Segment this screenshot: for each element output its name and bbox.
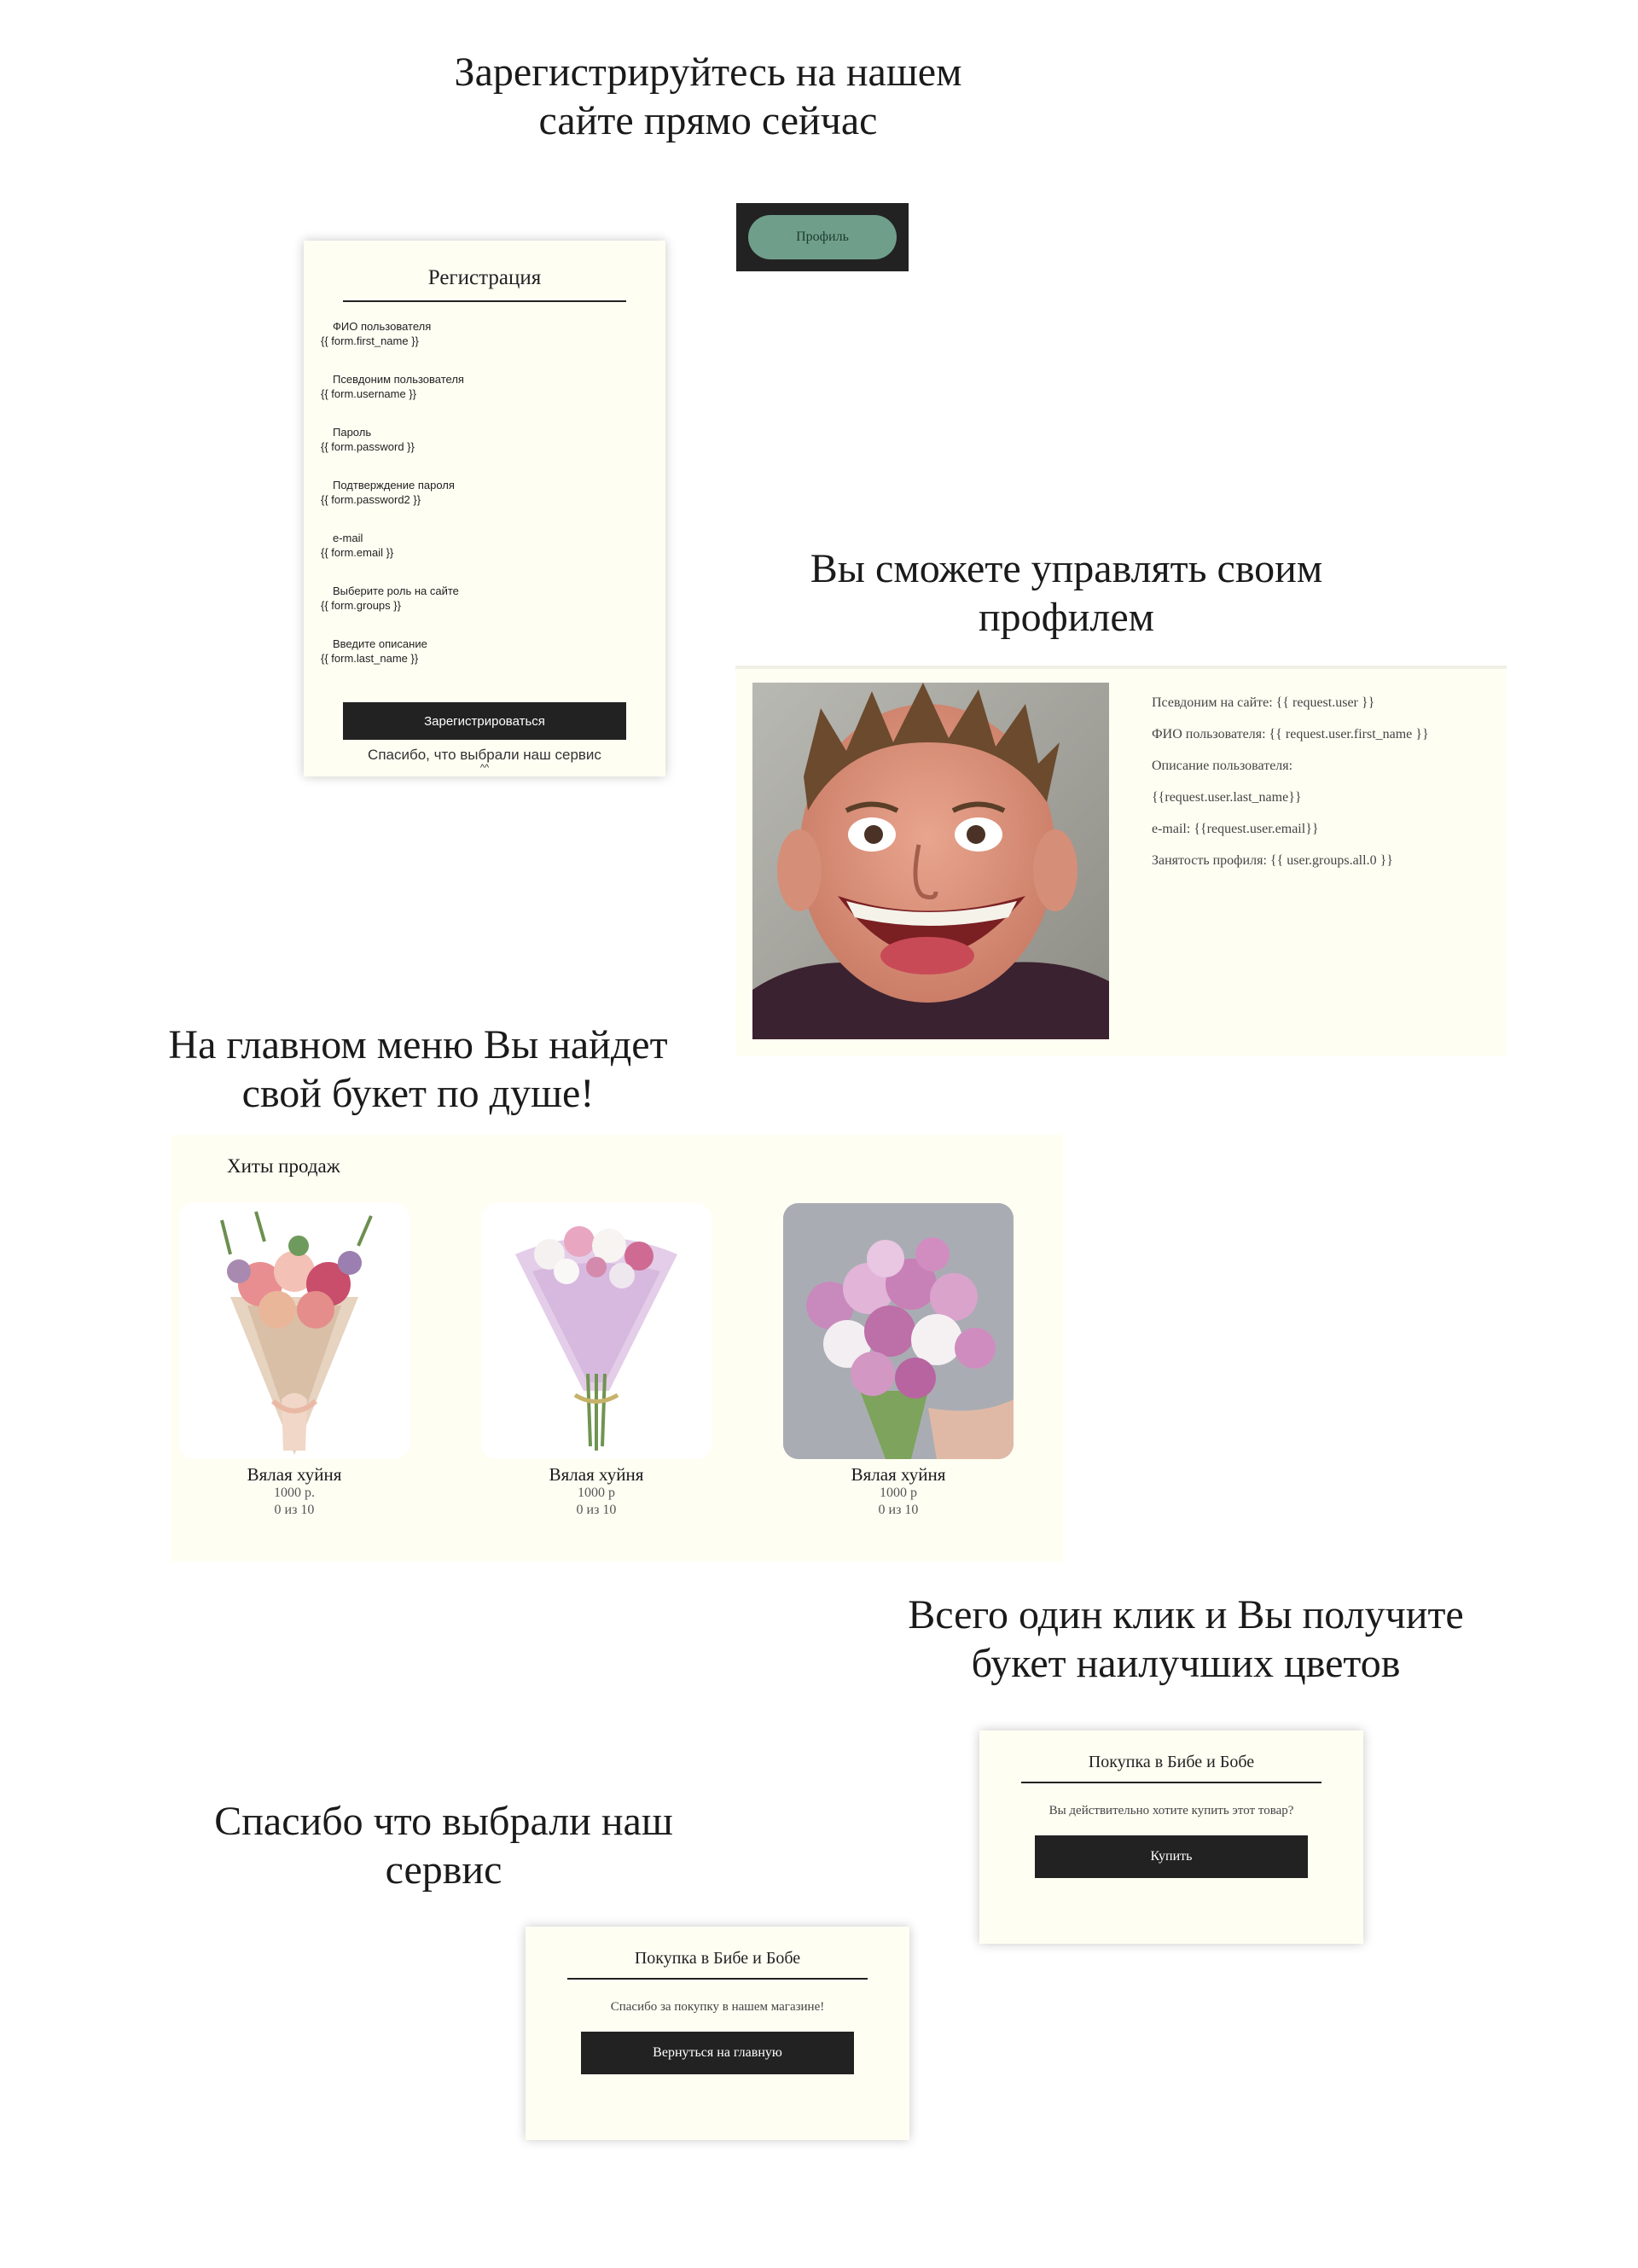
profile-description-label: Описание пользователя: xyxy=(1152,759,1293,773)
profile-card: Псевдоним на сайте: {{ request.user }} Ф… xyxy=(735,666,1507,1056)
field-value[interactable]: {{ form.email }} xyxy=(321,545,665,560)
product-stock: 0 из 10 xyxy=(576,1503,617,1517)
catalog-section: Хиты продаж Вялая хуйня 1000 р. 0 из 10 … xyxy=(171,1135,1063,1561)
field-label: Пароль xyxy=(333,426,372,439)
field-groups[interactable]: Выберите роль на сайте {{ form.groups }} xyxy=(321,584,665,637)
field-label: Подтверждение пароля xyxy=(333,479,455,491)
product-name: Вялая хуйня xyxy=(247,1464,342,1485)
field-first-name[interactable]: ФИО пользователя {{ form.first_name }} xyxy=(321,319,665,372)
field-value[interactable]: {{ form.last_name }} xyxy=(321,651,665,666)
profile-description: {{request.user.last_name}} xyxy=(1152,790,1302,805)
heading-line: профилем xyxy=(978,595,1155,640)
product-image[interactable] xyxy=(481,1203,712,1459)
purchase-title: Покупка в Бибе и Бобе xyxy=(1088,1753,1255,1771)
heading-line: На главном меню Вы найдет xyxy=(168,1022,668,1067)
heading-profile: Вы сможете управлять своим профилем xyxy=(751,544,1382,642)
heading-line: букет наилучших цветов xyxy=(971,1641,1401,1686)
profile-full-name: ФИО пользователя: {{ request.user.first_… xyxy=(1152,727,1429,741)
heading-line: сервис xyxy=(385,1847,502,1893)
registration-title: Регистрация xyxy=(427,266,542,289)
heading-register: Зарегистрируйтесь на нашем сайте прямо с… xyxy=(392,48,1024,145)
registration-fields: ФИО пользователя {{ form.first_name }} П… xyxy=(304,319,665,689)
profile-button[interactable]: Профиль xyxy=(748,215,897,259)
purchase-thanks-message: Спасибо за покупку в нашем магазине! xyxy=(610,2000,825,2014)
product-name: Вялая хуйня xyxy=(549,1464,644,1485)
profile-group: Занятость профиля: {{ user.groups.all.0 … xyxy=(1152,853,1393,868)
field-label: Псевдоним пользователя xyxy=(333,373,464,386)
field-value[interactable]: {{ form.groups }} xyxy=(321,598,665,613)
product-stock: 0 из 10 xyxy=(878,1503,919,1517)
field-description[interactable]: Введите описание {{ form.last_name }} xyxy=(321,637,665,689)
profile-info: Псевдоним на сайте: {{ request.user }} Ф… xyxy=(1152,695,1429,884)
product-name: Вялая хуйня xyxy=(851,1464,946,1485)
field-value[interactable]: {{ form.first_name }} xyxy=(321,334,665,348)
profile-button-bar: Профиль xyxy=(736,203,909,271)
user-avatar-photo xyxy=(752,683,1109,1039)
profile-email: e-mail: {{request.user.email}} xyxy=(1152,822,1319,836)
product-price: 1000 р. xyxy=(274,1486,315,1500)
purchase-message: Вы действительно хотите купить этот това… xyxy=(1048,1804,1294,1817)
registration-caret: ^^ xyxy=(479,763,490,773)
product-stock: 0 из 10 xyxy=(274,1503,315,1517)
field-password[interactable]: Пароль {{ form.password }} xyxy=(321,425,665,478)
heading-line: Зарегистрируйтесь на нашем xyxy=(454,49,962,95)
profile-username: Псевдоним на сайте: {{ request.user }} xyxy=(1152,695,1375,710)
heading-menu: На главном меню Вы найдет свой букет по … xyxy=(102,1021,734,1118)
buy-button[interactable]: Купить xyxy=(1035,1835,1308,1878)
field-email[interactable]: e-mail {{ form.email }} xyxy=(321,531,665,584)
product-card[interactable]: Вялая хуйня 1000 р 0 из 10 xyxy=(783,1203,1014,1519)
product-price: 1000 р xyxy=(880,1486,917,1500)
registration-card: Регистрация ФИО пользователя {{ form.fir… xyxy=(304,241,665,776)
registration-thanks: Спасибо, что выбрали наш сервис xyxy=(368,747,601,763)
title-divider xyxy=(567,1978,868,1980)
purchase-title: Покупка в Бибе и Бобе xyxy=(634,1949,801,1968)
heading-line: Вы сможете управлять своим xyxy=(810,546,1323,591)
product-image[interactable] xyxy=(783,1203,1014,1459)
field-label: Введите описание xyxy=(333,637,427,650)
register-button[interactable]: Зарегистрироваться xyxy=(343,702,626,740)
product-card[interactable]: Вялая хуйня 1000 р. 0 из 10 xyxy=(179,1203,410,1519)
product-price: 1000 р xyxy=(578,1486,615,1500)
field-label: e-mail xyxy=(333,532,363,544)
purchase-complete-card: Покупка в Бибе и Бобе Спасибо за покупку… xyxy=(526,1927,909,2140)
title-divider xyxy=(343,300,626,302)
heading-line: свой букет по душе! xyxy=(241,1071,595,1116)
field-label: Выберите роль на сайте xyxy=(333,584,459,597)
heading-one-click: Всего один клик и Вы получите букет наил… xyxy=(870,1591,1502,1688)
heading-thanks: Спасибо что выбрали наш сервис xyxy=(128,1797,759,1894)
back-home-button[interactable]: Вернуться на главную xyxy=(581,2032,854,2074)
title-divider xyxy=(1021,1782,1321,1783)
heading-line: сайте прямо сейчас xyxy=(538,98,878,143)
heading-line: Спасибо что выбрали наш xyxy=(214,1799,673,1844)
product-card[interactable]: Вялая хуйня 1000 р 0 из 10 xyxy=(481,1203,712,1519)
field-value[interactable]: {{ form.password }} xyxy=(321,439,665,454)
product-image[interactable] xyxy=(179,1203,410,1459)
field-username[interactable]: Псевдоним пользователя {{ form.username … xyxy=(321,372,665,425)
field-value[interactable]: {{ form.password2 }} xyxy=(321,492,665,507)
heading-line: Всего один клик и Вы получите xyxy=(908,1592,1464,1637)
section-title: Хиты продаж xyxy=(227,1155,340,1177)
field-password-confirm[interactable]: Подтверждение пароля {{ form.password2 }… xyxy=(321,478,665,531)
purchase-confirm-card: Покупка в Бибе и Бобе Вы действительно х… xyxy=(979,1730,1363,1944)
field-label: ФИО пользователя xyxy=(333,320,432,333)
field-value[interactable]: {{ form.username }} xyxy=(321,387,665,401)
